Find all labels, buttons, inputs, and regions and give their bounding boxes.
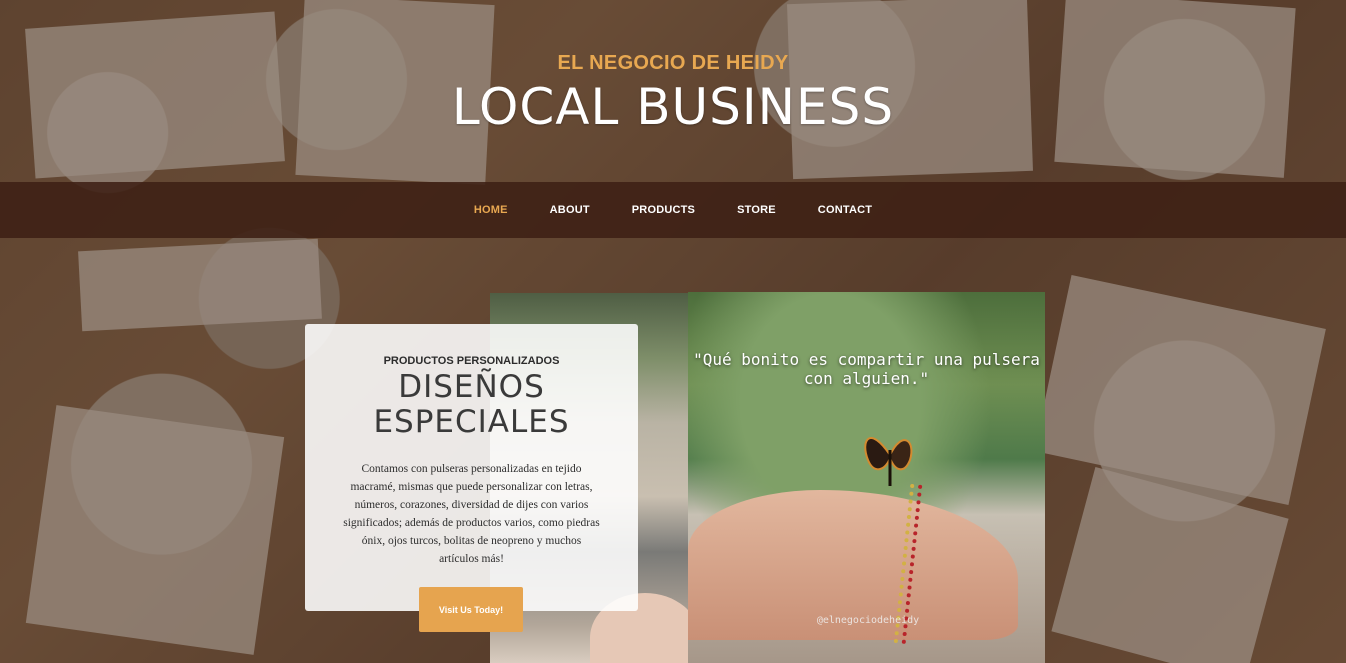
brand-name: EL NEGOCIO DE HEIDY [557, 52, 789, 74]
visit-us-button[interactable]: Visit Us Today! [419, 587, 523, 632]
nav-item-about[interactable]: ABOUT [529, 204, 611, 216]
nav-item-products[interactable]: PRODUCTS [611, 204, 716, 216]
photo-quote: "Qué bonito es compartir una pulsera con… [693, 350, 1040, 388]
feature-title: DISEÑOS ESPECIALES [373, 369, 570, 440]
site-header: EL NEGOCIO DE HEIDY LOCAL BUSINESS [0, 0, 1346, 182]
nav-item-contact[interactable]: CONTACT [797, 204, 893, 216]
brand-tagline: LOCAL BUSINESS [451, 78, 895, 136]
feature-card: PRODUCTOS PERSONALIZADOS DISEÑOS ESPECIA… [305, 324, 638, 611]
photo-watermark: @elnegociodeheidy [816, 615, 920, 626]
butterfly-icon [864, 437, 913, 486]
nav-item-home[interactable]: HOME [453, 204, 529, 216]
main-nav: HOME ABOUT PRODUCTS STORE CONTACT [0, 182, 1346, 238]
butterfly-photo: "Qué bonito es compartir una pulsera con… [688, 292, 1045, 663]
nav-item-store[interactable]: STORE [716, 204, 797, 216]
feature-kicker: PRODUCTOS PERSONALIZADOS [383, 355, 560, 367]
feature-description: Contamos con pulseras personalizadas en … [343, 463, 600, 565]
